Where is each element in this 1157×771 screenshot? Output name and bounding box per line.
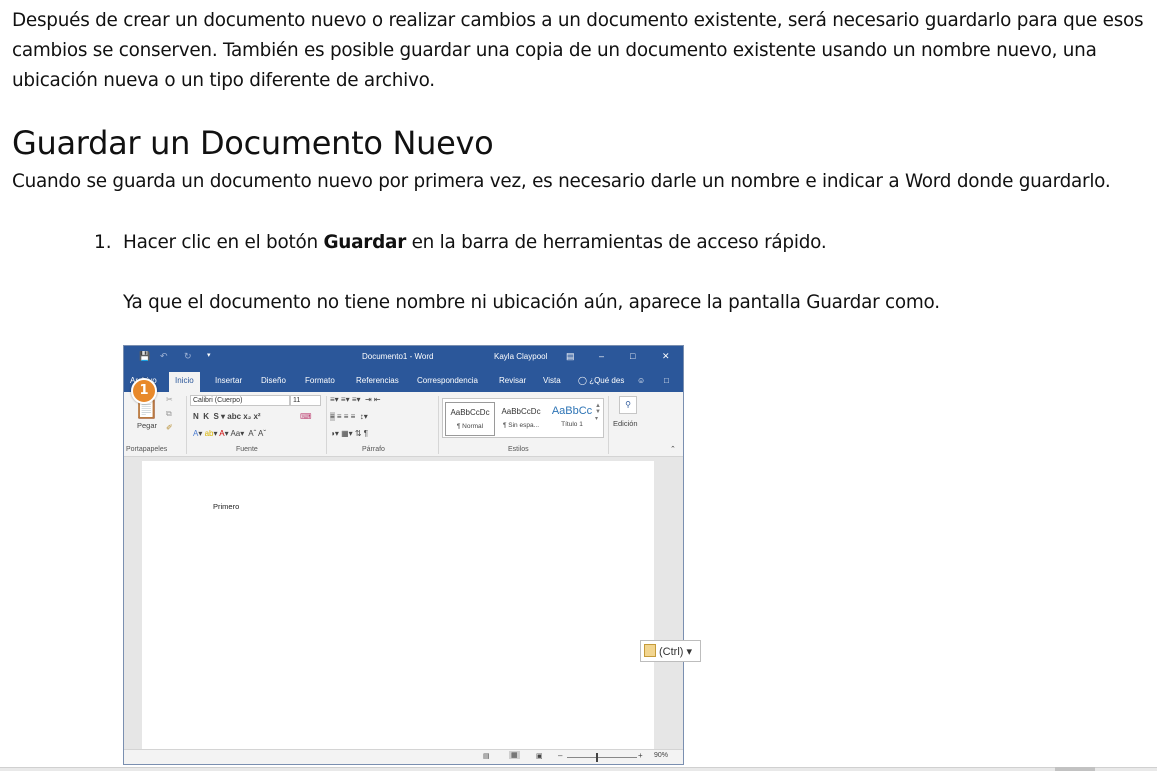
- minimize-icon[interactable]: –: [599, 351, 604, 361]
- tab-vista[interactable]: Vista: [543, 376, 561, 385]
- style-sample: AaBbCcDc: [501, 407, 541, 416]
- section-description: Cuando se guarda un documento nuevo por …: [12, 171, 1111, 192]
- alignment-buttons[interactable]: ≡ ≡ ≡ ≡ ↕▾: [330, 412, 368, 421]
- shading-border-buttons[interactable]: ◑▾ ▦▾ ⇅ ¶: [330, 429, 368, 438]
- group-label-parrafo: Párrafo: [362, 446, 385, 453]
- search-icon[interactable]: ⚲: [619, 396, 637, 414]
- zoom-slider[interactable]: [567, 757, 637, 758]
- collapse-ribbon-icon[interactable]: ⌃: [670, 445, 676, 453]
- window-title: Documento1 - Word: [362, 352, 434, 361]
- list-buttons[interactable]: ≡▾ ≡▾ ≡▾ ⇥ ⇤: [330, 395, 381, 404]
- tell-me-search[interactable]: ◯ ¿Qué des: [578, 376, 624, 385]
- tab-inicio[interactable]: Inicio: [169, 372, 200, 392]
- web-layout-icon[interactable]: ▣: [536, 752, 543, 760]
- tab-referencias[interactable]: Referencias: [356, 376, 399, 385]
- step-bold-guardar: Guardar: [323, 232, 407, 253]
- share-icon[interactable]: ☺: [637, 376, 645, 385]
- document-text: Primero: [213, 502, 240, 511]
- style-sample: AaBbCc: [551, 405, 593, 417]
- zoom-slider-thumb[interactable]: [596, 753, 598, 762]
- close-icon[interactable]: ✕: [662, 351, 670, 362]
- intro-paragraph: Después de crear un documento nuevo o re…: [12, 10, 1144, 91]
- step-badge: 1: [131, 378, 157, 404]
- step-number: 1.: [94, 232, 112, 253]
- lightbulb-icon: ◯: [578, 376, 590, 385]
- step-followup: Ya que el documento no tiene nombre ni u…: [123, 292, 940, 313]
- ribbon-display-icon[interactable]: ▤: [566, 351, 575, 362]
- style-normal[interactable]: AaBbCcDc ¶ Normal: [445, 402, 495, 436]
- style-titulo-1[interactable]: AaBbCc Título 1: [547, 402, 597, 436]
- cut-icon[interactable]: ✂: [166, 395, 173, 404]
- group-divider: [438, 396, 439, 454]
- paste-options-button[interactable]: (Ctrl) ▾: [640, 640, 701, 662]
- style-label: ¶ Normal: [456, 423, 484, 430]
- print-layout-icon[interactable]: ▦: [509, 751, 520, 759]
- format-row-2[interactable]: A▾ ab▾ A▾ Aa▾ Aˆ Aˇ: [193, 429, 266, 438]
- zoom-out-icon[interactable]: –: [558, 751, 562, 760]
- styles-gallery: AaBbCcDc ¶ Normal AaBbCcDc ¶ Sin espa...…: [442, 398, 604, 438]
- comments-icon[interactable]: □: [664, 376, 669, 385]
- user-name[interactable]: Kayla Claypool: [494, 352, 547, 361]
- tab-insertar[interactable]: Insertar: [215, 376, 242, 385]
- copy-icon[interactable]: ⧉: [166, 409, 172, 419]
- font-name-field[interactable]: Calibri (Cuerpo): [190, 395, 290, 406]
- group-divider: [326, 396, 327, 454]
- tab-diseno[interactable]: Diseño: [261, 376, 286, 385]
- step-text-before: Hacer clic en el botón: [123, 232, 324, 253]
- group-label-estilos: Estilos: [508, 446, 529, 453]
- clipboard-icon: [644, 644, 656, 657]
- format-painter-icon[interactable]: ✐: [166, 423, 173, 432]
- horizontal-scrollbar[interactable]: [0, 767, 1157, 771]
- save-icon[interactable]: 💾: [139, 351, 150, 362]
- style-label: ¶ Sin espa...: [502, 422, 539, 429]
- undo-icon[interactable]: ↶: [160, 351, 168, 362]
- tell-me-label: ¿Qué des: [589, 376, 625, 385]
- scrollbar-thumb[interactable]: [1055, 767, 1095, 771]
- tab-revisar[interactable]: Revisar: [499, 376, 526, 385]
- format-row-1[interactable]: N K S ▾ abc x₂ x²: [193, 412, 261, 421]
- word-screenshot: 💾 ↶ ↻ ▾ Documento1 - Word Kayla Claypool…: [123, 345, 684, 765]
- tab-correspondencia[interactable]: Correspondencia: [417, 376, 478, 385]
- font-size-field[interactable]: 11: [290, 395, 321, 406]
- step-text-after: en la barra de herramientas de acceso rá…: [406, 232, 827, 253]
- read-mode-icon[interactable]: ▤: [483, 752, 490, 760]
- ribbon-home: 📋 Pegar ✂ ⧉ ✐ Portapapeles Calibri (Cuer…: [124, 392, 683, 457]
- group-label-fuente: Fuente: [236, 446, 258, 453]
- maximize-icon[interactable]: □: [630, 351, 635, 361]
- word-title-bar: 💾 ↶ ↻ ▾ Documento1 - Word Kayla Claypool…: [124, 346, 683, 368]
- group-label-portapapeles: Portapapeles: [126, 446, 168, 453]
- paste-options-label: (Ctrl): [659, 646, 684, 658]
- zoom-level[interactable]: 90%: [654, 752, 668, 759]
- edicion-button[interactable]: Edición: [613, 419, 638, 428]
- chevron-down-icon: ▾: [683, 646, 693, 658]
- group-divider: [608, 396, 609, 454]
- clear-format-icon[interactable]: ⌨: [300, 412, 312, 421]
- style-sin-espaciado[interactable]: AaBbCcDc ¶ Sin espa...: [496, 402, 546, 436]
- redo-icon[interactable]: ↻: [184, 351, 192, 362]
- zoom-in-icon[interactable]: +: [638, 751, 643, 760]
- step-instruction: Hacer clic en el botón Guardar en la bar…: [123, 228, 827, 258]
- ribbon-tabs: Archivo Inicio Insertar Diseño Formato R…: [124, 368, 683, 392]
- status-bar: ▤ ▦ ▣ – + 90%: [124, 749, 683, 764]
- group-divider: [186, 396, 187, 454]
- styles-scroll-icon[interactable]: ▲ ▼ ▾: [595, 403, 601, 422]
- style-label: Título 1: [561, 421, 583, 428]
- style-sample: AaBbCcDc: [450, 408, 490, 417]
- section-heading: Guardar un Documento Nuevo: [12, 124, 494, 162]
- paste-button[interactable]: Pegar: [137, 421, 157, 430]
- tab-formato[interactable]: Formato: [305, 376, 335, 385]
- customize-toolbar-icon[interactable]: ▾: [207, 351, 211, 359]
- document-page[interactable]: Primero: [142, 461, 654, 761]
